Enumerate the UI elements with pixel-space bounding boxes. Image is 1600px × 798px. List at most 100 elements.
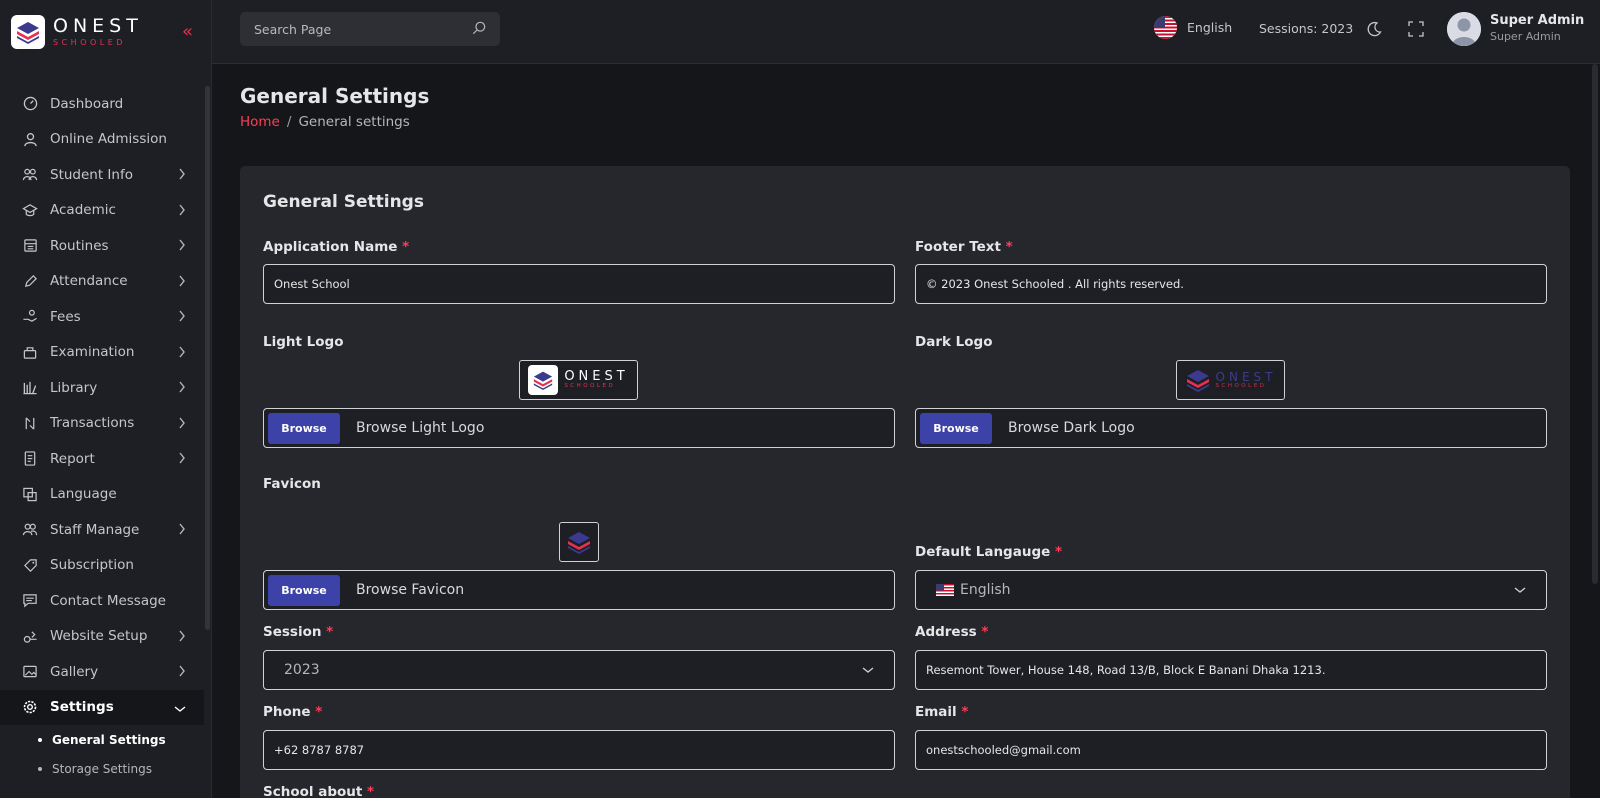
field-label: Footer Text * — [915, 239, 1013, 255]
brand-logo-icon — [528, 365, 559, 395]
library-icon — [22, 380, 38, 396]
breadcrumb-home-link[interactable]: Home — [240, 114, 280, 130]
favicon-label: Favicon — [263, 476, 321, 492]
session-select[interactable]: 2023 — [263, 650, 895, 690]
sidebar-item-fees[interactable]: Fees — [0, 299, 204, 335]
avatar — [1447, 12, 1481, 46]
user-profile[interactable]: Super Admin Super Admin — [1447, 12, 1584, 46]
dark-logo-preview: ONEST SCHOOLED — [1176, 360, 1285, 400]
address-field: Address * Resemont Tower, House 148, Roa… — [915, 624, 1547, 690]
sidebar-item-attendance[interactable]: Attendance — [0, 264, 204, 300]
website-icon — [22, 628, 38, 644]
dark-logo-placeholder: Browse Dark Logo — [1008, 420, 1135, 436]
favicon-file-input[interactable]: Browse Browse Favicon — [263, 570, 895, 610]
dark-logo-file-input[interactable]: Browse Browse Dark Logo — [915, 408, 1547, 448]
pen-icon — [22, 273, 38, 289]
sidebar-scrollbar[interactable] — [205, 86, 210, 630]
search-box[interactable] — [240, 12, 500, 46]
chevron-right-icon — [178, 381, 186, 397]
settings-submenu: General Settings Storage Settings — [0, 725, 204, 783]
brand-logo-icon — [11, 15, 45, 49]
school-about-label: School about * — [263, 784, 375, 798]
chevron-down-icon — [862, 662, 874, 678]
sidebar-subitem-storage-settings[interactable]: Storage Settings — [38, 754, 204, 783]
sidebar-item-label: Fees — [50, 308, 81, 325]
user-icon — [22, 131, 38, 147]
sidebar-item-report[interactable]: Report — [0, 441, 204, 477]
sidebar-subitem-general-settings[interactable]: General Settings — [38, 725, 204, 754]
collapse-sidebar-icon[interactable]: « — [182, 22, 193, 42]
sidebar: ONEST SCHOOLED « Dashboard Online Admiss… — [0, 0, 212, 798]
page-scrollbar[interactable] — [1592, 64, 1598, 584]
sidebar-item-examination[interactable]: Examination — [0, 335, 204, 371]
breadcrumb-current: General settings — [298, 114, 410, 130]
staff-icon — [22, 522, 38, 538]
light-logo-label: Light Logo — [263, 334, 344, 350]
hand-coin-icon — [22, 309, 38, 325]
selected-language: English — [960, 582, 1011, 598]
sidebar-item-dashboard[interactable]: Dashboard — [0, 86, 204, 122]
phone-input[interactable]: +62 8787 8787 — [263, 730, 895, 770]
search-icon[interactable] — [472, 20, 486, 39]
chevron-right-icon — [178, 523, 186, 539]
sidebar-item-subscription[interactable]: Subscription — [0, 548, 204, 584]
session-label[interactable]: Sessions: 2023 — [1259, 21, 1353, 36]
dark-mode-moon-icon[interactable] — [1366, 21, 1382, 41]
students-icon — [22, 167, 38, 183]
application-name-input[interactable]: Onest School — [263, 264, 895, 304]
footer-text-input[interactable]: © 2023 Onest Schooled . All rights reser… — [915, 264, 1547, 304]
field-label: Default Langauge * — [915, 544, 1063, 560]
sidebar-item-student-info[interactable]: Student Info — [0, 157, 204, 193]
address-input[interactable]: Resemont Tower, House 148, Road 13/B, Bl… — [915, 650, 1547, 690]
application-name-field: Application Name * Onest School — [263, 239, 895, 304]
gallery-icon — [22, 664, 38, 680]
favicon-browse-button[interactable]: Browse — [268, 574, 340, 606]
chevron-down-icon — [174, 701, 186, 717]
sidebar-item-contact-message[interactable]: Contact Message — [0, 583, 204, 619]
sidebar-item-label: Examination — [50, 344, 135, 361]
light-logo-file-input[interactable]: Browse Browse Light Logo — [263, 408, 895, 448]
sidebar-item-label: Gallery — [50, 663, 99, 680]
default-language-select[interactable]: English — [915, 570, 1547, 610]
sidebar-item-online-admission[interactable]: Online Admission — [0, 122, 204, 158]
sidebar-item-language[interactable]: Language — [0, 477, 204, 513]
light-logo-placeholder: Browse Light Logo — [356, 420, 485, 436]
email-input[interactable]: onestschooled@gmail.com — [915, 730, 1547, 770]
fullscreen-icon[interactable] — [1408, 21, 1424, 41]
sidebar-item-website-setup[interactable]: Website Setup — [0, 619, 204, 655]
sidebar-item-settings[interactable]: Settings — [0, 689, 204, 725]
sidebar-item-label: Online Admission — [50, 131, 167, 148]
language-switcher[interactable]: English — [1154, 16, 1232, 39]
light-logo-browse-button[interactable]: Browse — [268, 412, 340, 444]
selected-session: 2023 — [284, 662, 320, 678]
chevron-right-icon — [178, 346, 186, 362]
sidebar-item-gallery[interactable]: Gallery — [0, 654, 204, 690]
chevron-right-icon — [178, 204, 186, 220]
sidebar-item-routines[interactable]: Routines — [0, 228, 204, 264]
topbar: English Sessions: 2023 Super Admin Super… — [212, 0, 1600, 64]
dark-logo-browse-button[interactable]: Browse — [920, 412, 992, 444]
field-label: Application Name * — [263, 239, 410, 255]
sidebar-item-transactions[interactable]: Transactions — [0, 406, 204, 442]
sidebar-item-label: Language — [50, 486, 117, 503]
sidebar-item-label: Student Info — [50, 166, 133, 183]
page-title: General Settings — [240, 84, 430, 108]
sidebar-item-library[interactable]: Library — [0, 370, 204, 406]
favicon-placeholder: Browse Favicon — [356, 582, 465, 598]
sidebar-item-label: Settings — [50, 699, 114, 716]
sidebar-item-academic[interactable]: Academic — [0, 193, 204, 229]
user-name: Super Admin — [1490, 13, 1585, 28]
exam-icon — [22, 344, 38, 360]
sidebar-item-label: Attendance — [50, 273, 128, 290]
sidebar-item-label: Transactions — [50, 415, 135, 432]
chevron-right-icon — [178, 665, 186, 681]
search-input[interactable] — [254, 21, 472, 37]
sidebar-item-label: Staff Manage — [50, 521, 140, 538]
user-role: Super Admin — [1490, 30, 1561, 43]
sidebar-item-label: Academic — [50, 202, 116, 219]
brand[interactable]: ONEST SCHOOLED — [0, 0, 211, 64]
transaction-icon — [22, 415, 38, 431]
session-field: Session * 2023 — [263, 624, 895, 690]
phone-field: Phone * +62 8787 8787 — [263, 704, 895, 770]
sidebar-item-staff-manage[interactable]: Staff Manage — [0, 512, 204, 548]
